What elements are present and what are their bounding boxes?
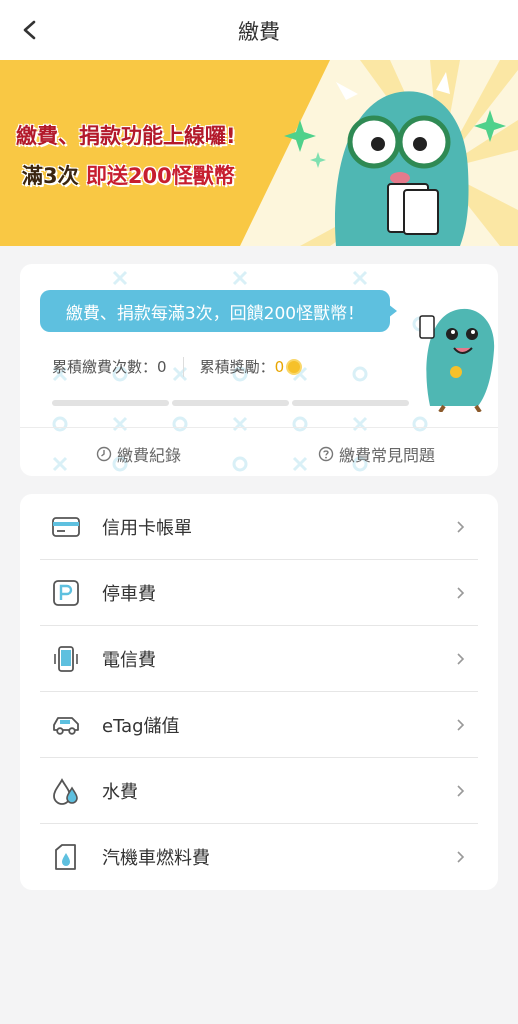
phone-icon <box>50 643 82 675</box>
banner-headline: 繳費、捐款功能上線囉! <box>16 124 236 148</box>
category-label: 電信費 <box>102 650 156 671</box>
chevron-right-icon <box>457 719 465 731</box>
credit-card-icon <box>50 511 82 543</box>
category-label: 停車費 <box>102 584 156 605</box>
category-item-parking[interactable]: 停車費 <box>40 560 478 626</box>
stats-divider <box>182 356 184 377</box>
banner-subline-prefix: 滿3次 <box>22 164 86 188</box>
car-icon <box>50 709 82 741</box>
parking-icon <box>50 577 82 609</box>
faq-link[interactable]: 繳費常見問題 <box>318 442 435 466</box>
chevron-right-icon <box>457 851 465 863</box>
category-label: eTag儲值 <box>102 716 180 737</box>
chevron-right-icon <box>457 521 465 533</box>
top-bar: 繳費 <box>0 0 518 60</box>
count-value: 0 <box>157 357 167 376</box>
progress-bar <box>52 400 409 406</box>
count-label: 累積繳費次數： <box>52 358 158 376</box>
category-label: 信用卡帳單 <box>102 518 192 539</box>
promo-banner[interactable]: 繳費、捐款功能上線囉! 滿3次 即送200怪獸幣 <box>0 60 518 246</box>
category-item-credit-card[interactable]: 信用卡帳單 <box>40 494 478 560</box>
payment-reward-card: 繳費、捐款每滿3次，回饋200怪獸幣！ 累積繳費次數： 0 累積獎勵： 0 繳費… <box>20 264 498 476</box>
category-label: 水費 <box>102 782 138 803</box>
page-title: 繳費 <box>238 20 280 44</box>
water-drop-icon <box>50 775 82 807</box>
question-icon <box>318 446 334 462</box>
history-link[interactable]: 繳費紀錄 <box>96 442 181 466</box>
category-item-fuel[interactable]: 汽機車燃料費 <box>40 824 478 890</box>
reward-value: 0 <box>274 357 285 376</box>
chevron-right-icon <box>457 587 465 599</box>
progress-segment <box>292 400 409 406</box>
faq-link-label: 繳費常見問題 <box>339 446 436 465</box>
reward-bubble: 繳費、捐款每滿3次，回饋200怪獸幣！ <box>40 290 390 332</box>
mascot-small-illustration <box>419 294 495 412</box>
history-link-label: 繳費紀錄 <box>117 446 182 465</box>
fuel-icon <box>50 841 82 873</box>
progress-segment <box>172 400 289 406</box>
clock-icon <box>96 446 112 462</box>
payment-category-list: 信用卡帳單 停車費 電信費 eTag儲值 水費 汽機車燃料費 <box>20 494 498 890</box>
chevron-right-icon <box>457 653 465 665</box>
coin-icon <box>286 358 303 375</box>
mascot-illustration <box>240 60 518 246</box>
category-item-water[interactable]: 水費 <box>40 758 478 824</box>
category-item-etag[interactable]: eTag儲值 <box>40 692 478 758</box>
stats-row: 累積繳費次數： 0 累積獎勵： 0 <box>52 356 303 377</box>
card-divider <box>20 427 498 428</box>
banner-subline-highlight: 即送200怪獸幣 <box>85 164 235 188</box>
progress-segment <box>52 400 169 406</box>
reward-label: 累積獎勵： <box>199 358 275 376</box>
category-item-telecom[interactable]: 電信費 <box>40 626 478 692</box>
banner-subline: 滿3次 即送200怪獸幣 <box>22 160 235 190</box>
category-label: 汽機車燃料費 <box>102 848 210 869</box>
bubble-tail <box>388 304 397 318</box>
chevron-right-icon <box>457 785 465 797</box>
